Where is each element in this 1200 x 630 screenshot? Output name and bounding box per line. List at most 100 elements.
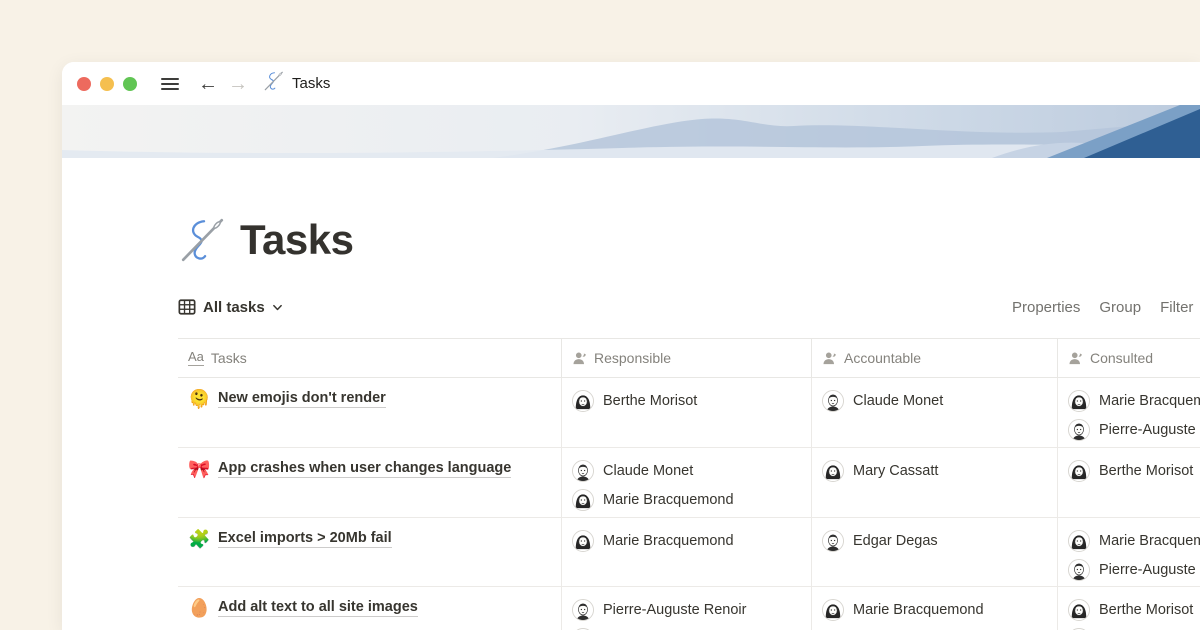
hamburger-icon [161, 75, 179, 93]
task-title-link[interactable]: Excel imports > 20Mb fail [218, 530, 392, 548]
task-title-cell[interactable]: 🥚 Add alt text to all site images [178, 587, 562, 630]
view-name: All tasks [203, 299, 265, 316]
person-name: Edgar Degas [853, 533, 938, 549]
responsible-cell[interactable]: Claude Monet Marie Bracquemond [562, 448, 812, 517]
person-chip[interactable]: Berthe Morisot [572, 386, 801, 415]
person-chip[interactable]: Marie Bracquemond [822, 595, 1047, 624]
consulted-cell[interactable]: Berthe Morisot [1058, 448, 1200, 517]
page-title-block: Tasks [178, 215, 1200, 265]
person-name: Mary Cassatt [853, 463, 938, 479]
view-action-properties[interactable]: Properties [1012, 299, 1080, 316]
needle-icon [263, 70, 285, 97]
close-window-button[interactable] [77, 77, 91, 91]
avatar [572, 460, 594, 482]
column-label: Accountable [844, 350, 921, 366]
person-property-icon [1068, 351, 1083, 366]
avatar [822, 599, 844, 621]
page-cover-image [62, 105, 1200, 158]
table-row: 🥚 Add alt text to all site images Pierre-A… [178, 587, 1200, 630]
task-title-cell[interactable]: 🧩 Excel imports > 20Mb fail [178, 518, 562, 586]
person-chip[interactable]: Marie Bracquemond [1068, 386, 1200, 415]
task-emoji-icon: 🥚 [188, 598, 210, 619]
person-name: Pierre-Auguste Renoir [603, 602, 746, 618]
responsible-cell[interactable]: Marie Bracquemond [562, 518, 812, 586]
person-chip[interactable]: Claude Monet [822, 386, 1047, 415]
person-chip[interactable]: Pierre-Auguste Renoir [1068, 555, 1200, 584]
person-chip[interactable]: Pierre-Auguste Renoir [1068, 415, 1200, 444]
person-chip[interactable] [1068, 624, 1200, 630]
avatar [572, 599, 594, 621]
needle-icon[interactable] [178, 215, 228, 265]
person-chip[interactable]: Claude Monet [572, 456, 801, 485]
avatar [1068, 559, 1090, 581]
forward-button[interactable]: → [225, 71, 251, 97]
notion-window: ← → Tasks [62, 62, 1200, 630]
person-chip[interactable]: Marie Bracquemond [1068, 526, 1200, 555]
column-header-responsible[interactable]: Responsible [562, 339, 812, 377]
accountable-cell[interactable]: Marie Bracquemond [812, 587, 1058, 630]
person-chip[interactable]: Edgar Degas [822, 526, 1047, 555]
column-header-tasks[interactable]: AaTasks [178, 339, 562, 377]
breadcrumb[interactable]: Tasks [263, 70, 330, 97]
task-emoji-icon: 🧩 [188, 529, 210, 550]
table-row: 🎀 App crashes when user changes language C… [178, 448, 1200, 518]
task-emoji-icon: 🎀 [188, 459, 210, 480]
table-view-icon [178, 298, 196, 316]
table-row: 🫠 New emojis don't render Berthe Morisot Cl… [178, 378, 1200, 448]
column-header-accountable[interactable]: Accountable [812, 339, 1058, 377]
consulted-cell[interactable]: Berthe Morisot [1058, 587, 1200, 630]
view-action-group[interactable]: Group [1099, 299, 1141, 316]
sidebar-menu-button[interactable] [157, 71, 183, 97]
accountable-cell[interactable]: Mary Cassatt [812, 448, 1058, 517]
person-chip[interactable]: Mary Cassatt [822, 456, 1047, 485]
task-title-cell[interactable]: 🎀 App crashes when user changes language [178, 448, 562, 517]
task-title-link[interactable]: Add alt text to all site images [218, 599, 418, 617]
person-name: Marie Bracquemond [853, 602, 984, 618]
consulted-cell[interactable]: Marie Bracquemond Pierre-Auguste Renoir [1058, 378, 1200, 447]
person-chip[interactable]: Berthe Morisot [1068, 595, 1200, 624]
avatar [572, 489, 594, 511]
person-chip[interactable]: Marie Bracquemond [572, 526, 801, 555]
person-name: Berthe Morisot [1099, 602, 1193, 618]
avatar [822, 460, 844, 482]
avatar [1068, 390, 1090, 412]
avatar [1068, 599, 1090, 621]
arrow-right-icon: → [228, 74, 248, 94]
accountable-cell[interactable]: Claude Monet [812, 378, 1058, 447]
table-header: AaTasksResponsible Accountable Consulted [178, 338, 1200, 378]
column-label: Tasks [211, 350, 247, 366]
person-chip[interactable]: Pierre-Auguste Renoir [572, 595, 801, 624]
view-action-filter[interactable]: Filter [1160, 299, 1193, 316]
task-title-link[interactable]: App crashes when user changes language [218, 460, 511, 478]
minimize-window-button[interactable] [100, 77, 114, 91]
table-body: 🫠 New emojis don't render Berthe Morisot Cl… [178, 378, 1200, 630]
avatar [572, 390, 594, 412]
person-name: Marie Bracquemond [1099, 393, 1200, 409]
avatar [1068, 460, 1090, 482]
view-selector[interactable]: All tasks [178, 298, 283, 316]
person-name: Marie Bracquemond [603, 492, 734, 508]
person-chip[interactable] [572, 624, 801, 630]
responsible-cell[interactable]: Pierre-Auguste Renoir [562, 587, 812, 630]
person-chip[interactable]: Marie Bracquemond [572, 485, 801, 514]
breadcrumb-title: Tasks [292, 75, 330, 92]
back-button[interactable]: ← [195, 71, 221, 97]
column-header-consulted[interactable]: Consulted [1058, 339, 1200, 377]
task-emoji-icon: 🫠 [188, 389, 210, 410]
person-chip[interactable]: Berthe Morisot [1068, 456, 1200, 485]
accountable-cell[interactable]: Edgar Degas [812, 518, 1058, 586]
zoom-window-button[interactable] [123, 77, 137, 91]
avatar [572, 530, 594, 552]
responsible-cell[interactable]: Berthe Morisot [562, 378, 812, 447]
chevron-down-icon [272, 302, 283, 313]
view-bar: All tasks Properties Group Filter [178, 291, 1200, 323]
avatar [822, 390, 844, 412]
person-name: Pierre-Auguste Renoir [1099, 562, 1200, 578]
task-title-cell[interactable]: 🫠 New emojis don't render [178, 378, 562, 447]
traffic-lights [77, 77, 137, 91]
person-name: Claude Monet [853, 393, 943, 409]
task-title-link[interactable]: New emojis don't render [218, 390, 386, 408]
consulted-cell[interactable]: Marie Bracquemond Pierre-Auguste Renoir [1058, 518, 1200, 586]
page-title[interactable]: Tasks [240, 216, 353, 264]
page-content: Tasks All tasks Properties Group Filter Aa… [62, 215, 1200, 630]
